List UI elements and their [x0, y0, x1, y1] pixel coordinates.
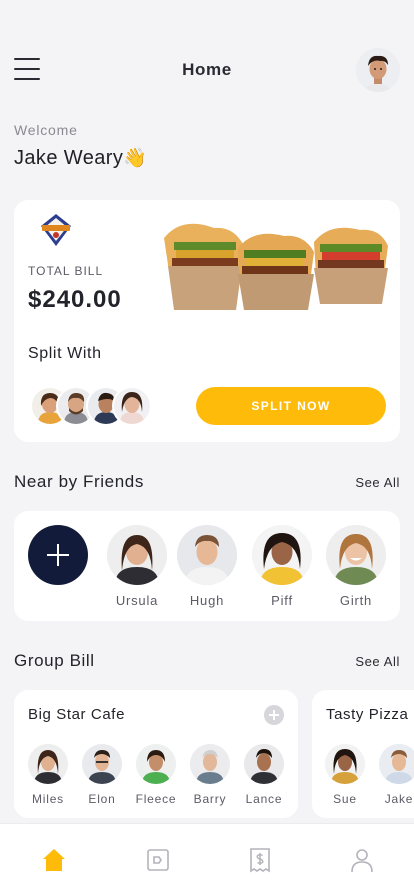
member-name: Fleece: [135, 792, 177, 806]
group-member: Elon: [75, 744, 129, 806]
member-avatar: [325, 744, 365, 784]
friend-name: Piff: [271, 593, 293, 608]
user-avatar-icon: [356, 48, 400, 92]
friend-avatar: [107, 525, 167, 585]
friend-item[interactable]: Hugh: [172, 525, 242, 608]
friends-section-header: Near by Friends See All: [14, 472, 400, 492]
tab-receipt[interactable]: [246, 846, 274, 874]
burger-1: [164, 223, 244, 310]
home-icon: [43, 849, 65, 871]
burger-3: [314, 227, 388, 304]
total-bill-amount: $240.00: [28, 286, 122, 313]
group-member: Fleece: [129, 744, 183, 806]
member-name: Elon: [88, 792, 116, 806]
waving-hand-icon: 👋: [123, 148, 148, 169]
friend-avatar: [252, 525, 312, 585]
member-name: Sue: [333, 792, 357, 806]
member-avatar: [82, 744, 122, 784]
friend-item[interactable]: Piff: [247, 525, 317, 608]
group-name: Big Star Cafe: [28, 706, 126, 723]
total-bill-card: TOTAL BILL $240.00 Split With SPLIT NOW: [14, 200, 400, 442]
burger-2: [238, 233, 314, 310]
friend-avatar: [177, 525, 237, 585]
group-section-title: Group Bill: [14, 651, 95, 670]
group-see-all-link[interactable]: See All: [355, 654, 400, 669]
split-now-button[interactable]: SPLIT NOW: [196, 387, 386, 425]
tag-icon: [147, 849, 169, 871]
tab-profile[interactable]: [348, 846, 376, 874]
group-section-header: Group Bill See All: [14, 651, 400, 671]
split-avatars[interactable]: [30, 386, 160, 426]
profile-icon: [351, 849, 373, 873]
page-title: Home: [182, 60, 232, 79]
split-with-label: Split With: [28, 345, 102, 362]
group-card-tasty-pizza[interactable]: Tasty Pizza Sue Jake: [312, 690, 414, 818]
group-member: Sue: [318, 744, 372, 806]
group-member: Lance: [237, 744, 291, 806]
app-header: Home: [0, 48, 414, 92]
member-name: Jake: [384, 792, 414, 806]
group-member: Miles: [21, 744, 75, 806]
friend-avatar: [326, 525, 386, 585]
group-card-big-star-cafe[interactable]: Big Star Cafe Miles Elon Fleece Barry La…: [14, 690, 298, 818]
friend-item[interactable]: Ursula: [102, 525, 172, 608]
friend-name: Ursula: [115, 593, 159, 608]
member-avatar: [244, 744, 284, 784]
member-name: Lance: [245, 792, 283, 806]
friend-name: Girth: [339, 593, 373, 608]
friends-card: Ursula Hugh Piff Girth: [14, 511, 400, 621]
bottom-tab-bar: [0, 823, 414, 896]
friend-name: Hugh: [189, 593, 225, 608]
welcome-label: Welcome: [14, 122, 78, 138]
friends-see-all-link[interactable]: See All: [355, 475, 400, 490]
add-member-plus-icon[interactable]: [264, 705, 284, 725]
member-avatar: [190, 744, 230, 784]
burgers-image: [164, 218, 390, 310]
group-member: Barry: [183, 744, 237, 806]
member-avatar: [28, 744, 68, 784]
friend-item[interactable]: Girth: [321, 525, 391, 608]
friends-section-title: Near by Friends: [14, 472, 144, 491]
group-member: Jake: [372, 744, 414, 806]
member-name: Barry: [193, 792, 227, 806]
dinner-badge-logo: [38, 212, 74, 248]
user-avatar[interactable]: [356, 48, 400, 92]
split-avatar: [112, 386, 152, 426]
member-name: Miles: [31, 792, 64, 806]
tab-home[interactable]: [40, 846, 68, 874]
member-avatar: [379, 744, 414, 784]
tab-tag[interactable]: [144, 846, 172, 874]
group-name: Tasty Pizza: [326, 706, 409, 723]
receipt-dollar-icon: [250, 848, 270, 873]
member-avatar: [136, 744, 176, 784]
user-name-text: Jake Weary: [14, 147, 124, 169]
add-friend-button[interactable]: [28, 525, 88, 585]
total-bill-label: TOTAL BILL: [28, 264, 104, 278]
user-name: Jake Weary👋: [14, 146, 147, 170]
